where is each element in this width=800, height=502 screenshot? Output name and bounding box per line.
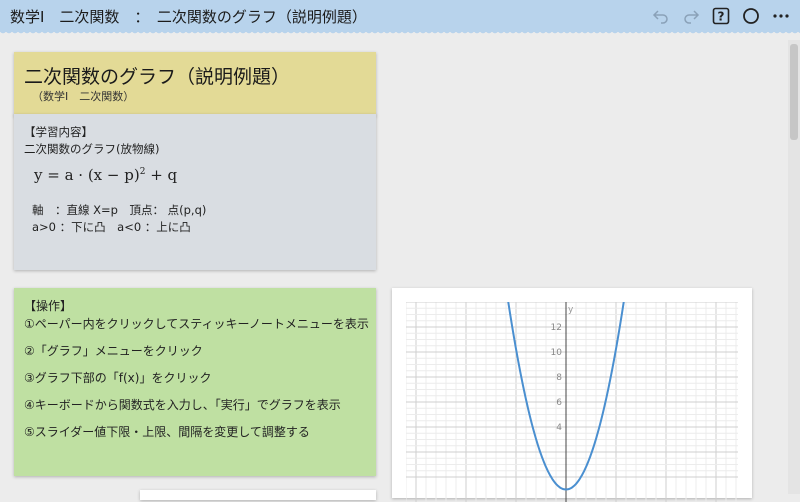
operations-note[interactable]: 【操作】 ①ペーパー内をクリックしてスティッキーノートメニューを表示 ②「グラフ… bbox=[14, 288, 376, 476]
app-header: 数学Ⅰ 二次関数 ： 二次関数のグラフ（説明例題） ? bbox=[0, 0, 800, 35]
graph-plot[interactable]: y 4 6 8 10 12 bbox=[406, 302, 738, 502]
y-tick-label: 10 bbox=[551, 348, 563, 358]
more-icon[interactable] bbox=[770, 5, 792, 27]
ops-step-1: ①ペーパー内をクリックしてスティッキーノートメニューを表示 bbox=[24, 317, 369, 331]
redo-icon[interactable] bbox=[680, 5, 702, 27]
y-tick-label: 6 bbox=[556, 398, 562, 408]
y-axis-label: y bbox=[568, 305, 574, 315]
note-title: 二次関数のグラフ（説明例題） bbox=[24, 66, 291, 88]
ops-step-4: ④キーボードから関数式を入力し、「実行」でグラフを表示 bbox=[24, 398, 341, 412]
y-tick-label: 12 bbox=[551, 323, 562, 333]
content-line-3: a>0 ：下に凸 a<0 ：上に凸 bbox=[32, 220, 191, 234]
y-tick-label: 8 bbox=[556, 373, 562, 383]
note-subtitle: （数学Ⅰ 二次関数） bbox=[32, 90, 135, 103]
header-toolbar: ? bbox=[642, 5, 792, 27]
content-line-1: 二次関数のグラフ(放物線) bbox=[24, 142, 160, 156]
title-note[interactable]: 二次関数のグラフ（説明例題） （数学Ⅰ 二次関数） bbox=[14, 52, 376, 116]
circle-icon[interactable] bbox=[740, 5, 762, 27]
grid-lines bbox=[406, 302, 738, 502]
formula: y = a · (x − p)2 + q bbox=[34, 166, 177, 184]
ops-step-3: ③グラフ下部の「f(x)」をクリック bbox=[24, 371, 212, 385]
help-icon[interactable]: ? bbox=[710, 5, 732, 27]
scrollbar-thumb[interactable] bbox=[790, 44, 798, 140]
svg-text:?: ? bbox=[718, 10, 725, 24]
content-note[interactable]: 【学習内容】 二次関数のグラフ(放物線) y = a · (x − p)2 + … bbox=[14, 114, 376, 270]
y-tick-label: 4 bbox=[556, 423, 562, 433]
formula-main: y = a · (x − p) bbox=[34, 166, 140, 184]
content-heading: 【学習内容】 bbox=[24, 125, 93, 139]
page-title: 数学Ⅰ 二次関数 ： 二次関数のグラフ（説明例題） bbox=[10, 8, 367, 26]
ops-heading: 【操作】 bbox=[24, 299, 73, 313]
bottom-note[interactable] bbox=[140, 490, 376, 500]
content-line-2: 軸 ：直線 X=p 頂点： 点(p,q) bbox=[32, 203, 207, 217]
formula-tail: + q bbox=[145, 166, 178, 184]
ops-step-5: ⑤スライダー値下限・上限、間隔を変更して調整する bbox=[24, 425, 310, 439]
undo-icon[interactable] bbox=[650, 5, 672, 27]
graph-card[interactable]: y 4 6 8 10 12 bbox=[392, 288, 752, 502]
ops-step-2: ②「グラフ」メニューをクリック bbox=[24, 344, 203, 358]
